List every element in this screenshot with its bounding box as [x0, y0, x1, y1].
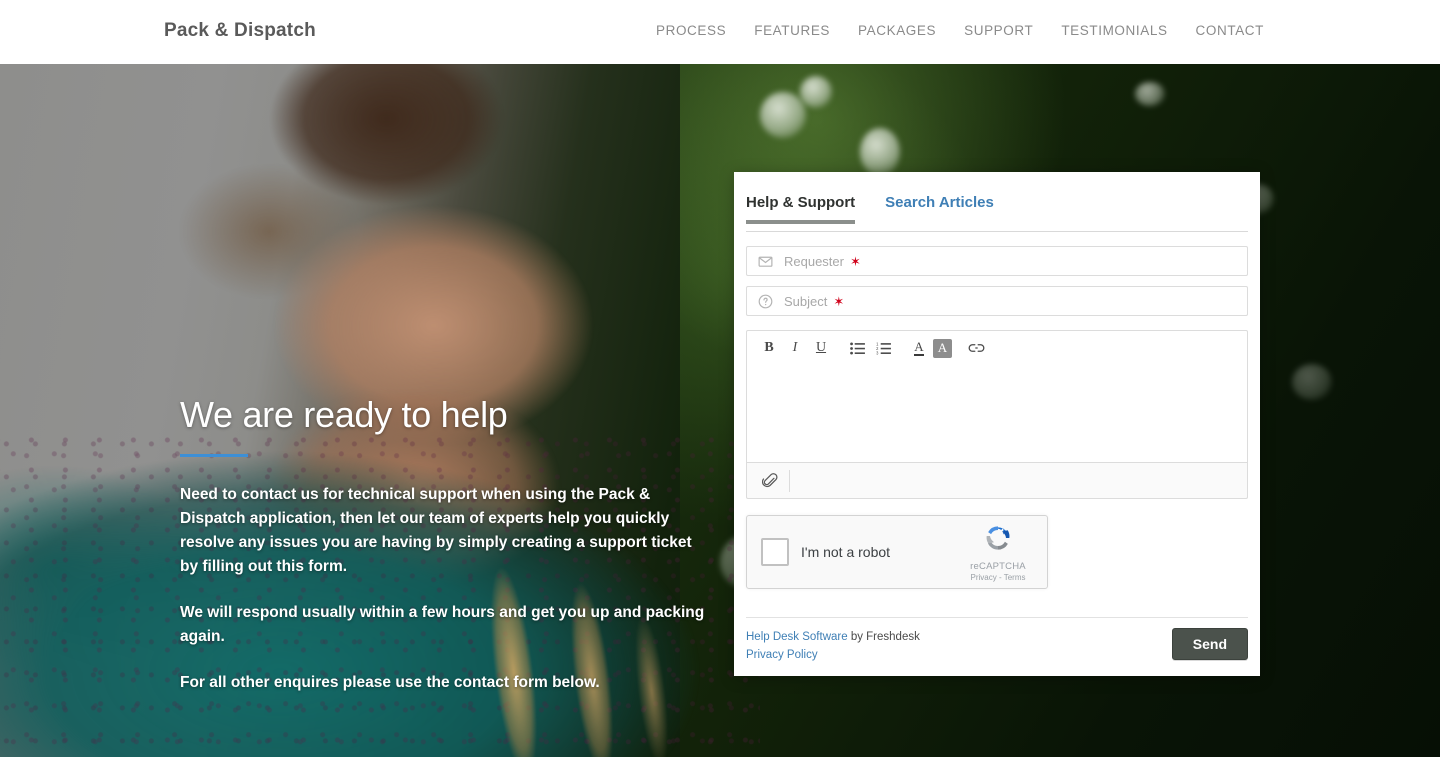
footer-links: Help Desk Software by Freshdesk Privacy … [746, 628, 920, 664]
card-tab-bar: Help & Support Search Articles [746, 184, 1248, 232]
question-circle-icon [757, 293, 774, 310]
paperclip-icon[interactable] [757, 468, 783, 494]
send-button[interactable]: Send [1171, 628, 1248, 660]
text-color-icon[interactable]: A [907, 336, 931, 360]
editor-text-area[interactable] [747, 365, 1247, 461]
brand-logo[interactable]: Pack & Dispatch [164, 20, 316, 42]
recaptcha-label: I'm not a robot [801, 544, 891, 560]
recaptcha-legal-text: Privacy - Terms [970, 573, 1026, 582]
description-editor: B I U 1 2 3 A A [746, 330, 1248, 499]
hero-accent-rule [180, 454, 248, 457]
unordered-list-icon[interactable] [845, 336, 869, 360]
card-footer: Help Desk Software by Freshdesk Privacy … [746, 617, 1248, 664]
link-icon[interactable] [964, 336, 988, 360]
nav-item-support[interactable]: SUPPORT [964, 23, 1033, 38]
hero-paragraph-1: Need to contact us for technical support… [180, 486, 692, 575]
attachment-divider [789, 469, 790, 492]
site-header: Pack & Dispatch PROCESS FEATURES PACKAGE… [0, 0, 1440, 64]
hero-paragraph-2: We will respond usually within a few hou… [180, 604, 705, 645]
subject-required-marker: ✶ [833, 293, 845, 309]
recaptcha-widget: I'm not a robot reCAPTCHA Privacy - Term… [746, 515, 1048, 589]
hero-copy: We are ready to help Need to contact us … [180, 394, 710, 695]
main-navigation: PROCESS FEATURES PACKAGES SUPPORT TESTIM… [656, 23, 1264, 38]
envelope-icon [757, 253, 774, 270]
nav-item-features[interactable]: FEATURES [754, 23, 830, 38]
subject-placeholder: Subject [784, 293, 828, 309]
editor-footer-bar [746, 463, 1248, 499]
recaptcha-checkbox[interactable] [761, 538, 789, 566]
hero-paragraph-3: For all other enquires please use the co… [180, 674, 600, 691]
privacy-policy-link[interactable]: Privacy Policy [746, 649, 818, 661]
support-ticket-card: Help & Support Search Articles Requester… [734, 172, 1260, 676]
highlight-color-icon[interactable]: A [933, 338, 952, 358]
svg-text:3: 3 [876, 350, 879, 355]
hero-title: We are ready to help [180, 394, 508, 435]
ordered-list-icon[interactable]: 1 2 3 [871, 336, 895, 360]
tab-search-articles[interactable]: Search Articles [885, 194, 994, 223]
bold-icon[interactable]: B [757, 336, 781, 360]
subject-field[interactable]: Subject ✶ [746, 286, 1248, 316]
nav-item-process[interactable]: PROCESS [656, 23, 726, 38]
requester-required-marker: ✶ [849, 253, 861, 269]
help-desk-software-link[interactable]: Help Desk Software [746, 631, 848, 643]
tab-help-and-support[interactable]: Help & Support [746, 194, 856, 224]
underline-icon[interactable]: U [809, 336, 833, 360]
requester-placeholder: Requester [784, 253, 844, 269]
nav-item-testimonials[interactable]: TESTIMONIALS [1061, 23, 1167, 38]
footer-attribution-line: Help Desk Software by Freshdesk [746, 628, 920, 646]
italic-icon[interactable]: I [783, 336, 807, 360]
recaptcha-logo-icon [986, 526, 1010, 550]
recaptcha-brand-name: reCAPTCHA [970, 561, 1026, 572]
editor-main: B I U 1 2 3 A A [746, 330, 1248, 463]
requester-field[interactable]: Requester ✶ [746, 246, 1248, 276]
nav-item-contact[interactable]: CONTACT [1196, 23, 1264, 38]
editor-toolbar: B I U 1 2 3 A A [747, 331, 1247, 365]
nav-item-packages[interactable]: PACKAGES [858, 23, 936, 38]
footer-privacy-line: Privacy Policy [746, 646, 920, 664]
footer-by-text: by Freshdesk [847, 631, 920, 643]
recaptcha-branding: reCAPTCHA Privacy - Terms [959, 522, 1047, 582]
